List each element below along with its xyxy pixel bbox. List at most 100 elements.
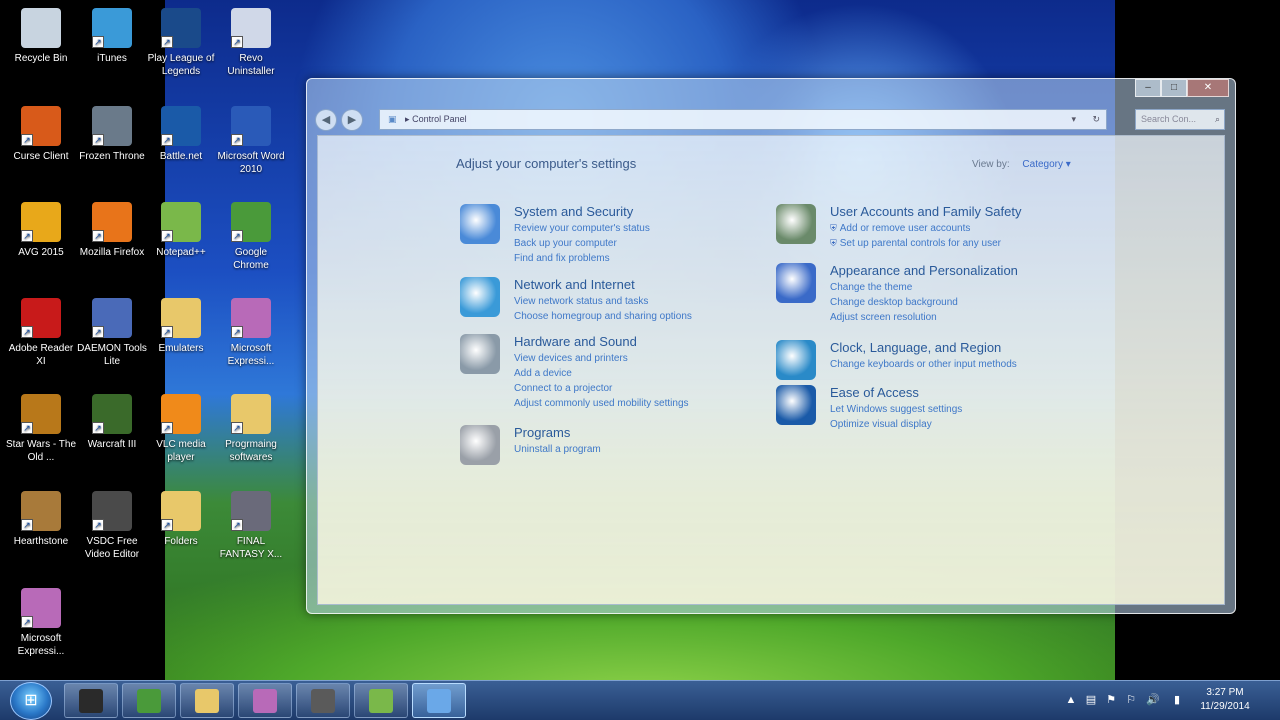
taskbar-button[interactable] <box>238 683 292 718</box>
category-link[interactable]: Connect to a projector <box>514 381 689 396</box>
category-link[interactable]: View devices and printers <box>514 351 689 366</box>
desktop-icon[interactable]: ↗ Google Chrome <box>216 202 286 272</box>
maximize-button[interactable]: □ <box>1161 79 1187 97</box>
forward-button[interactable]: ▶ <box>341 109 363 131</box>
category-title[interactable]: User Accounts and Family Safety <box>830 204 1021 219</box>
taskbar-button[interactable] <box>180 683 234 718</box>
category-link-text: Adjust screen resolution <box>830 312 937 323</box>
appearance-icon[interactable] <box>776 263 816 303</box>
desktop-icon-label: Mozilla Firefox <box>79 247 145 258</box>
category-title[interactable]: System and Security <box>514 204 633 219</box>
category-link[interactable]: Change keyboards or other input methods <box>830 357 1017 372</box>
category-link[interactable]: Adjust screen resolution <box>830 310 958 325</box>
hardware-sound-icon[interactable] <box>460 334 500 374</box>
category-title[interactable]: Clock, Language, and Region <box>830 340 1001 355</box>
desktop-icon[interactable]: Recycle Bin <box>6 8 76 65</box>
clock[interactable]: 3:27 PM 11/29/2014 <box>1190 686 1260 714</box>
category-link[interactable]: Back up your computer <box>514 236 650 251</box>
category-title[interactable]: Programs <box>514 425 570 440</box>
user-accounts-icon[interactable] <box>776 204 816 244</box>
desktop-icon[interactable]: ↗ FINAL FANTASY X... <box>216 491 286 561</box>
category-link[interactable]: ⛨ Set up parental controls for any user <box>830 236 1001 251</box>
desktop-icon[interactable]: ↗ Star Wars - The Old ... <box>6 394 76 464</box>
desktop-icon[interactable]: ↗ Emulaters <box>146 298 216 355</box>
close-button[interactable]: ✕ <box>1187 79 1229 97</box>
desktop-icon[interactable]: ↗ Progrmaing softwares <box>216 394 286 464</box>
category-link[interactable]: Optimize visual display <box>830 417 962 432</box>
shortcut-arrow-icon: ↗ <box>231 422 243 434</box>
category-link[interactable]: Adjust commonly used mobility settings <box>514 396 689 411</box>
show-hidden-icons-icon[interactable]: ▲ <box>1064 693 1078 707</box>
desktop-icon[interactable]: ↗ Folders <box>146 491 216 548</box>
category-link-text: Back up your computer <box>514 238 617 249</box>
category-title[interactable]: Ease of Access <box>830 385 919 400</box>
volume-icon[interactable]: 🔊 <box>1146 693 1160 707</box>
desktop-icon[interactable]: ↗ Hearthstone <box>6 491 76 548</box>
search-icon[interactable]: ⌕ <box>1215 110 1220 129</box>
ease-of-access-icon[interactable] <box>776 385 816 425</box>
category-link[interactable]: Add a device <box>514 366 689 381</box>
taskbar-button[interactable] <box>296 683 350 718</box>
taskbar-button[interactable] <box>354 683 408 718</box>
address-dropdown-icon[interactable]: ▾ <box>1071 110 1076 129</box>
view-by-label: View by: <box>972 159 1010 170</box>
desktop-icon[interactable]: ↗ DAEMON Tools Lite <box>77 298 147 368</box>
taskbar-button[interactable] <box>122 683 176 718</box>
desktop-icon[interactable]: ↗ Play League of Legends <box>146 8 216 78</box>
category-link[interactable]: ⛨ Add or remove user accounts <box>830 221 1001 236</box>
page-title: Adjust your computer's settings <box>456 156 637 171</box>
category-title[interactable]: Appearance and Personalization <box>830 263 1018 278</box>
signal-icon[interactable]: ▮ <box>1170 693 1184 707</box>
desktop-icon[interactable]: ↗ Notepad++ <box>146 202 216 259</box>
address-bar[interactable]: ▣ ▸ Control Panel ▾ ↻ <box>379 109 1107 130</box>
action-center-icon[interactable]: ⚑ <box>1104 693 1118 707</box>
desktop-icon[interactable]: ↗ Microsoft Expressi... <box>6 588 76 658</box>
taskbar: ⊞ 3:27 PM 11/29/2014 ▲ ▤ ⚑ ⚐ 🔊 ▮ <box>0 680 1280 720</box>
category-link[interactable]: View network status and tasks <box>514 294 692 309</box>
category-title[interactable]: Network and Internet <box>514 277 635 292</box>
network-tray-icon[interactable]: ▤ <box>1084 693 1098 707</box>
desktop-icon[interactable]: ↗ VSDC Free Video Editor <box>77 491 147 561</box>
desktop-icon[interactable]: ↗ Mozilla Firefox <box>77 202 147 259</box>
network-icon[interactable] <box>460 277 500 317</box>
desktop-icon[interactable]: ↗ Curse Client <box>6 106 76 163</box>
taskbar-button[interactable] <box>412 683 466 718</box>
desktop-icon[interactable]: ↗ Battle.net <box>146 106 216 163</box>
category-link[interactable]: Find and fix problems <box>514 251 650 266</box>
desktop-icon[interactable]: ↗ Revo Uninstaller <box>216 8 286 78</box>
desktop-icon[interactable]: ↗ Microsoft Expressi... <box>216 298 286 368</box>
minimize-button[interactable]: – <box>1135 79 1161 97</box>
programs-icon[interactable] <box>460 425 500 465</box>
category-link[interactable]: Let Windows suggest settings <box>830 402 962 417</box>
category-link[interactable]: Review your computer's status <box>514 221 650 236</box>
curse-client-icon: ↗ <box>21 106 61 146</box>
desktop-icon[interactable]: ↗ Microsoft Word 2010 <box>216 106 286 176</box>
category-title[interactable]: Hardware and Sound <box>514 334 637 349</box>
system-security-icon[interactable] <box>460 204 500 244</box>
desktop-icon[interactable]: ↗ Warcraft III <box>77 394 147 451</box>
desktop-icon[interactable]: ↗ VLC media player <box>146 394 216 464</box>
start-button[interactable]: ⊞ <box>10 682 52 720</box>
notepad-plus-plus-icon: ↗ <box>161 202 201 242</box>
desktop-icon[interactable]: ↗ AVG 2015 <box>6 202 76 259</box>
notepad-plus-plus-icon <box>369 689 393 713</box>
category-link[interactable]: Change the theme <box>830 280 958 295</box>
desktop-icon[interactable]: ↗ Frozen Throne <box>77 106 147 163</box>
clock-globe-icon[interactable] <box>776 340 816 380</box>
category-link[interactable]: Uninstall a program <box>514 442 601 457</box>
category-link[interactable]: Choose homegroup and sharing options <box>514 309 692 324</box>
desktop-icon[interactable]: ↗ Adobe Reader XI <box>6 298 76 368</box>
daemon-tools-icon: ↗ <box>92 298 132 338</box>
flag-icon[interactable]: ⚐ <box>1124 693 1138 707</box>
category-link-text: Set up parental controls for any user <box>839 238 1001 249</box>
shortcut-arrow-icon: ↗ <box>92 134 104 146</box>
view-by-dropdown[interactable]: Category ▾ <box>1022 159 1070 170</box>
back-button[interactable]: ◀ <box>315 109 337 131</box>
search-input[interactable]: Search Con... ⌕ <box>1135 109 1225 130</box>
refresh-icon[interactable]: ↻ <box>1092 110 1100 129</box>
category-link[interactable]: Change desktop background <box>830 295 958 310</box>
address-text[interactable]: Control Panel <box>412 114 467 124</box>
taskbar-button[interactable] <box>64 683 118 718</box>
final-fantasy-icon: ↗ <box>231 491 271 531</box>
desktop-icon[interactable]: ↗ iTunes <box>77 8 147 65</box>
